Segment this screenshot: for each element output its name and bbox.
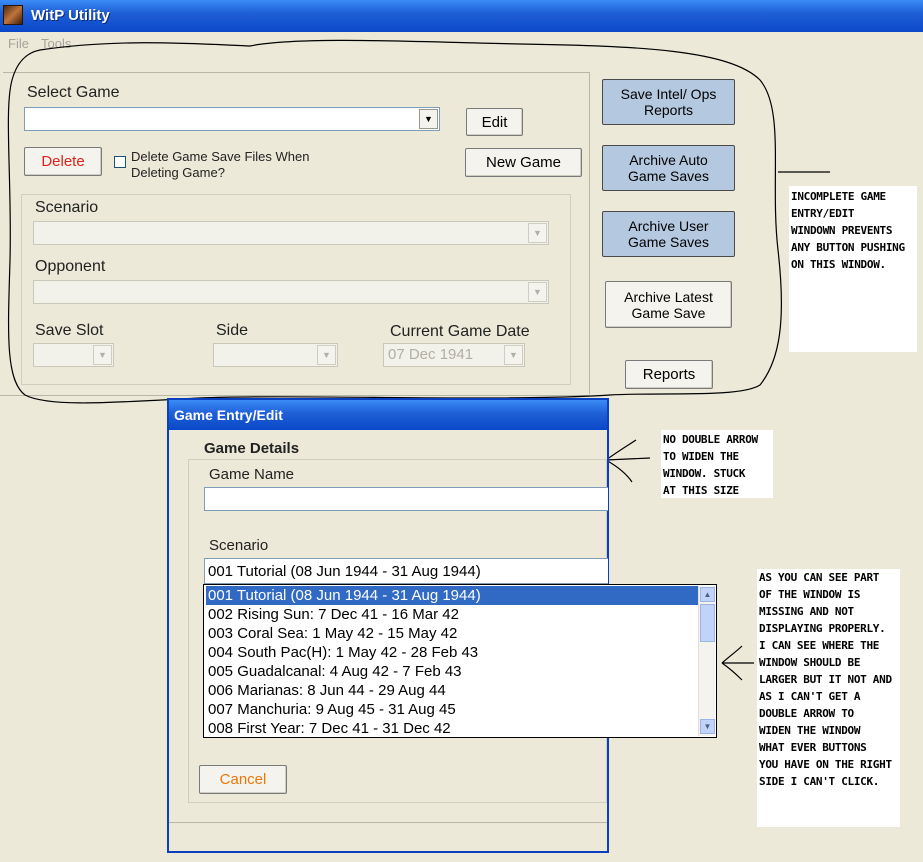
note-line: AS I CAN'T GET A — [759, 690, 861, 703]
dialog-status-divider — [169, 822, 607, 823]
game-details-label: Game Details — [200, 440, 304, 457]
note-line: YOU HAVE ON THE RIGHT — [759, 758, 892, 771]
note-line: LARGER BUT IT NOT AND — [759, 673, 892, 686]
scrollbar[interactable]: ▲ ▼ — [698, 586, 715, 736]
scenario-dropdown-list[interactable]: 001 Tutorial (08 Jun 1944 - 31 Aug 1944)… — [203, 584, 717, 738]
note-line: DISPLAYING PROPERLY. — [759, 622, 886, 635]
list-item[interactable]: 002 Rising Sun: 7 Dec 41 - 16 Mar 42 — [206, 605, 459, 624]
scroll-up-icon[interactable]: ▲ — [700, 587, 715, 602]
dialog-scenario-label: Scenario — [209, 537, 269, 554]
note-line: ON THIS WINDOW. — [791, 258, 886, 271]
note-line: WIDEN THE WINDOW — [759, 724, 861, 737]
list-item[interactable]: 001 Tutorial (08 Jun 1944 - 31 Aug 1944) — [206, 586, 698, 605]
list-item[interactable]: 007 Manchuria: 9 Aug 45 - 31 Aug 45 — [206, 700, 456, 719]
arrow-icon — [605, 439, 651, 483]
annotation-note-1: INCOMPLETE GAME ENTRY/EDIT WINDOWN PREVE… — [789, 186, 917, 352]
game-name-label: Game Name — [209, 466, 295, 483]
note-line: SIDE I CAN'T CLICK. — [759, 775, 880, 788]
note-line: NO DOUBLE ARROW — [663, 433, 758, 446]
note-line: WINDOW. STUCK — [663, 467, 746, 480]
note-line: I CAN SEE WHERE THE — [759, 639, 880, 652]
note-line: AT THIS SIZE — [663, 484, 739, 497]
cancel-button[interactable]: Cancel — [199, 765, 287, 794]
dialog-scenario-combo[interactable]: 001 Tutorial (08 Jun 1944 - 31 Aug 1944) — [204, 558, 608, 584]
note-line: INCOMPLETE GAME — [791, 190, 886, 203]
note-line: WINDOWN PREVENTS — [791, 224, 893, 237]
note-line: MISSING AND NOT — [759, 605, 854, 618]
list-item[interactable]: 004 South Pac(H): 1 May 42 - 28 Feb 43 — [206, 643, 478, 662]
annotation-note-2: NO DOUBLE ARROW TO WIDEN THE WINDOW. STU… — [661, 430, 773, 498]
scribble-outline — [7, 39, 782, 404]
note-line: ENTRY/EDIT — [791, 207, 855, 220]
note-line: WINDOW SHOULD BE — [759, 656, 861, 669]
note-line: TO WIDEN THE — [663, 450, 739, 463]
list-item[interactable]: 003 Coral Sea: 1 May 42 - 15 May 42 — [206, 624, 457, 643]
game-name-input[interactable] — [204, 487, 608, 511]
list-item[interactable]: 008 First Year: 7 Dec 41 - 31 Dec 42 — [206, 719, 451, 738]
dialog-title: Game Entry/Edit — [174, 407, 283, 423]
note-line: WHAT EVER BUTTONS — [759, 741, 867, 754]
note-line: ANY BUTTON PUSHING — [791, 241, 905, 254]
note-line: OF THE WINDOW IS — [759, 588, 861, 601]
dialog-title-bar[interactable]: Game Entry/Edit — [169, 400, 607, 430]
list-item[interactable]: 006 Marianas: 8 Jun 44 - 29 Aug 44 — [206, 681, 446, 700]
scroll-thumb[interactable] — [700, 604, 715, 642]
annotation-note-3: AS YOU CAN SEE PART OF THE WINDOW IS MIS… — [757, 569, 900, 827]
note-line: AS YOU CAN SEE PART — [759, 571, 880, 584]
list-item[interactable]: 005 Guadalcanal: 4 Aug 42 - 7 Feb 43 — [206, 662, 462, 681]
scroll-down-icon[interactable]: ▼ — [700, 719, 715, 734]
dialog-scenario-value: 001 Tutorial (08 Jun 1944 - 31 Aug 1944) — [208, 563, 481, 580]
note-line: DOUBLE ARROW TO — [759, 707, 854, 720]
arrow-icon — [721, 645, 754, 681]
